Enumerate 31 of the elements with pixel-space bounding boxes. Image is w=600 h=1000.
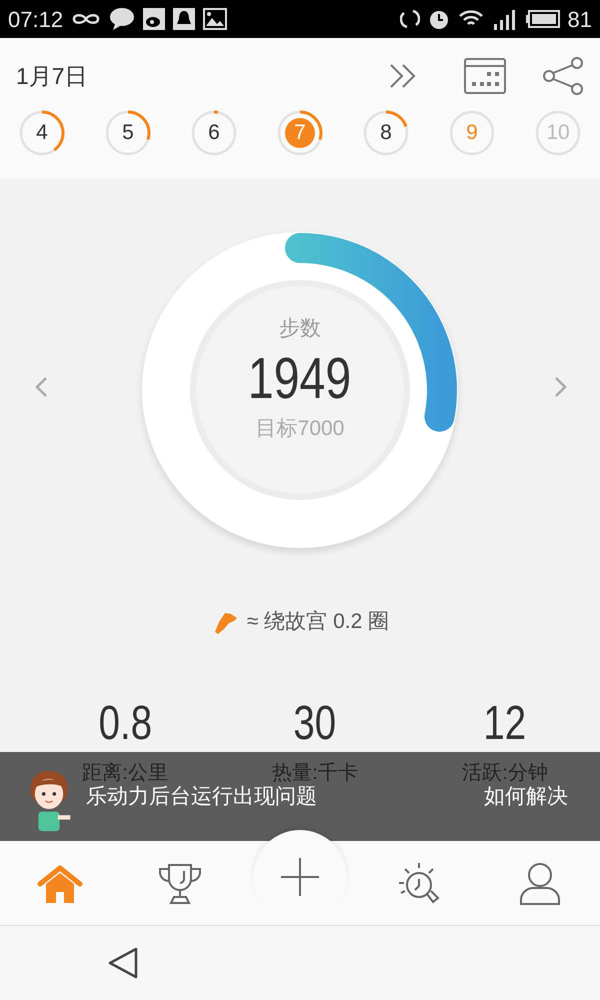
trophy-icon[interactable] — [157, 862, 203, 904]
stat-value: 30 — [294, 696, 336, 752]
day-button[interactable]: 8 — [362, 109, 410, 157]
day-button[interactable]: 5 — [104, 109, 152, 157]
alarm-icon — [428, 8, 450, 30]
day-button[interactable]: 6 — [190, 109, 238, 157]
image-icon — [203, 8, 228, 30]
sync-icon — [400, 8, 420, 30]
calendar-icon[interactable] — [464, 58, 506, 94]
infinity-icon — [71, 11, 102, 27]
stat-value: 12 — [484, 696, 526, 752]
share-icon[interactable] — [542, 56, 584, 96]
day-button[interactable]: 4 — [18, 109, 66, 157]
profile-icon[interactable] — [519, 862, 561, 906]
date-title: 1月7日 — [16, 62, 88, 91]
banner-message: 乐动力后台运行出现问题 — [86, 784, 317, 810]
battery-level: 81 — [568, 6, 592, 34]
equivalent-text: ≈ 绕故宫 0.2 圈 — [246, 609, 390, 635]
steps-count: 1949 — [248, 346, 352, 410]
steps-label: 步数 — [279, 316, 321, 342]
double-chevron-icon[interactable] — [388, 62, 418, 90]
back-triangle-icon[interactable] — [107, 946, 139, 980]
stat-value: 0.8 — [98, 696, 152, 752]
plus-icon[interactable] — [280, 857, 320, 897]
battery-icon — [526, 10, 560, 28]
stat-label: 距离:公里 — [82, 761, 168, 786]
signal-icon — [492, 8, 518, 30]
stat-label: 热量:千卡 — [272, 761, 358, 786]
steps-goal: 目标7000 — [256, 416, 344, 442]
chat-bubble-icon — [109, 7, 136, 31]
status-time: 07:12 — [8, 6, 64, 34]
